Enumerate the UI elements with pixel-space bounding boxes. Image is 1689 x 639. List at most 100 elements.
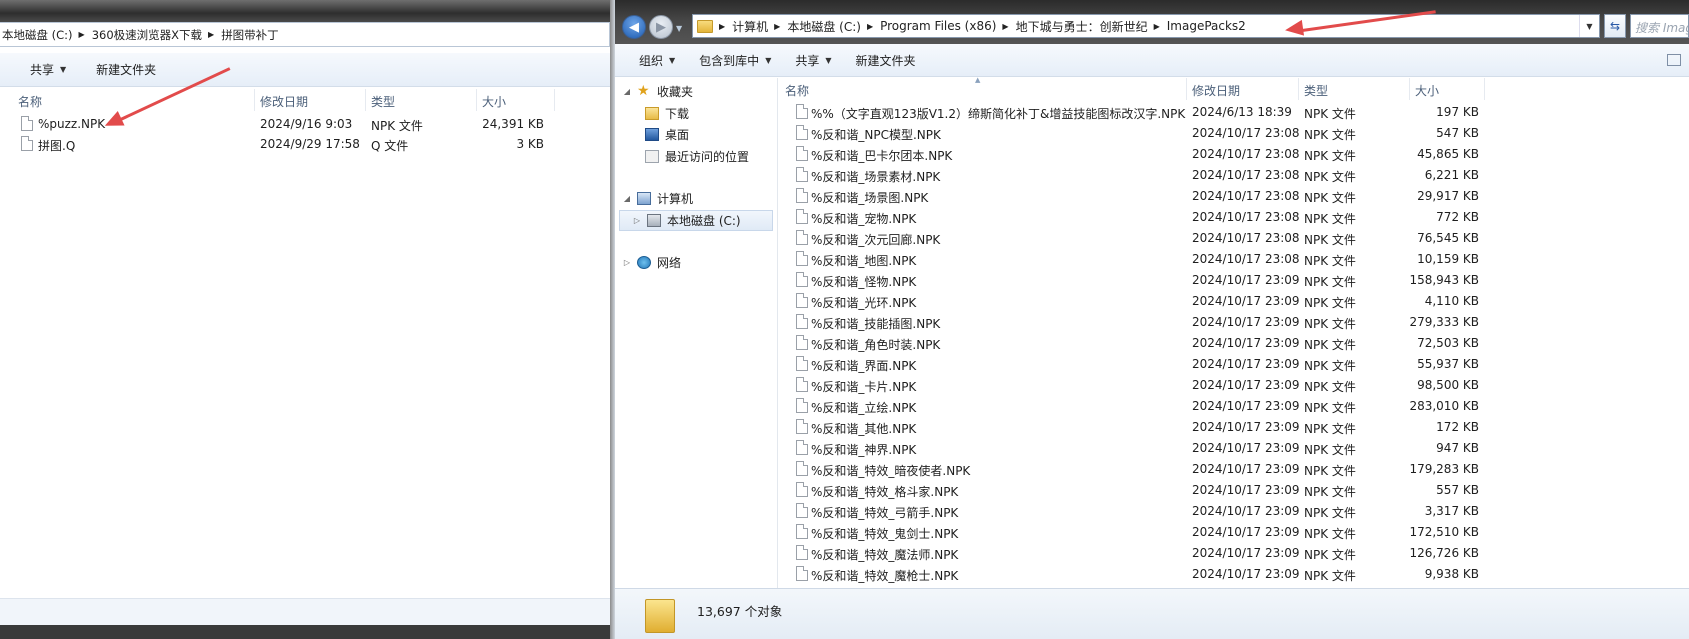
file-icon	[21, 136, 33, 151]
nav-downloads[interactable]: 下载	[645, 105, 689, 122]
column-divider[interactable]	[476, 89, 477, 111]
nav-recent[interactable]: 最近访问的位置	[645, 148, 749, 165]
nav-favorites[interactable]: ◢ ★ 收藏夹	[623, 83, 693, 100]
chevron-right-icon[interactable]: ▶	[79, 30, 85, 39]
file-row[interactable]: %%（文字直观123版V1.2）缔斯简化补丁&增益技能图标改汉字.NPK 2024…	[779, 102, 1689, 122]
expand-arrow-icon[interactable]: ▷	[623, 258, 631, 267]
column-name[interactable]: 名称	[785, 82, 809, 99]
recent-pages-dropdown-icon[interactable]: ▼	[676, 24, 682, 33]
share-button[interactable]: 共享 ▼	[30, 61, 66, 78]
breadcrumb-item[interactable]: 本地磁盘 (C:)	[787, 18, 861, 35]
file-row[interactable]: %反和谐_次元回廊.NPK 2024/10/17 23:08 NPK 文件 76,54…	[779, 228, 1689, 248]
file-row[interactable]: %puzz.NPK 2024/9/16 9:03 NPK 文件 24,391 K…	[0, 114, 614, 134]
file-size: 172,510 KB	[1409, 525, 1479, 539]
nav-c-drive[interactable]: ▷ 本地磁盘 (C:)	[633, 212, 741, 229]
column-divider[interactable]	[1484, 78, 1485, 100]
chevron-right-icon[interactable]: ▶	[208, 30, 214, 39]
file-type: NPK 文件	[1304, 506, 1356, 520]
file-icon	[21, 116, 33, 131]
file-row[interactable]: %反和谐_怪物.NPK 2024/10/17 23:09 NPK 文件 158,943…	[779, 270, 1689, 290]
file-row[interactable]: %反和谐_光环.NPK 2024/10/17 23:09 NPK 文件 4,110 K…	[779, 291, 1689, 311]
share-button[interactable]: 共享 ▼	[795, 52, 831, 69]
file-name: %反和谐_卡片.NPK	[811, 380, 917, 394]
column-name[interactable]: 名称	[18, 93, 42, 110]
search-input[interactable]: 搜索 ImagePacks2	[1630, 14, 1689, 38]
column-divider[interactable]	[365, 89, 366, 111]
organize-button[interactable]: 组织 ▼	[639, 52, 675, 69]
file-modified: 2024/10/17 23:09	[1192, 399, 1300, 413]
file-row[interactable]: %反和谐_场景图.NPK 2024/10/17 23:08 NPK 文件 29,917…	[779, 186, 1689, 206]
file-row[interactable]: %反和谐_特效_魔枪士.NPK 2024/10/17 23:09 NPK 文件 9,9…	[779, 564, 1689, 584]
breadcrumb-item[interactable]: Program Files (x86)	[880, 19, 996, 33]
file-row[interactable]: %反和谐_立绘.NPK 2024/10/17 23:09 NPK 文件 283,010…	[779, 396, 1689, 416]
file-size: 158,943 KB	[1409, 273, 1479, 287]
new-folder-button[interactable]: 新建文件夹	[856, 52, 916, 69]
left-address-bar[interactable]: 本地磁盘 (C:) ▶ 360极速浏览器X下载 ▶ 拼图带补丁	[0, 22, 610, 47]
file-row[interactable]: %反和谐_特效_暗夜使者.NPK 2024/10/17 23:09 NPK 文件 17…	[779, 459, 1689, 479]
column-type[interactable]: 类型	[371, 93, 395, 110]
file-modified: 2024/10/17 23:09	[1192, 462, 1300, 476]
column-modified[interactable]: 修改日期	[260, 93, 308, 110]
breadcrumb-item[interactable]: 计算机	[732, 18, 768, 35]
column-divider[interactable]	[1409, 78, 1410, 100]
file-row[interactable]: %反和谐_巴卡尔团本.NPK 2024/10/17 23:08 NPK 文件 45,8…	[779, 144, 1689, 164]
breadcrumb-item[interactable]: ImagePacks2	[1167, 19, 1246, 33]
nav-computer[interactable]: ◢ 计算机	[623, 190, 693, 207]
column-divider[interactable]	[1186, 78, 1187, 100]
file-row[interactable]: %反和谐_NPC模型.NPK 2024/10/17 23:08 NPK 文件 547 …	[779, 123, 1689, 143]
column-size[interactable]: 大小	[482, 93, 506, 110]
chevron-right-icon[interactable]: ▶	[719, 22, 725, 31]
file-row[interactable]: 拼图.Q 2024/9/29 17:58 Q 文件 3 KB	[0, 134, 614, 154]
include-library-button[interactable]: 包含到库中 ▼	[699, 52, 771, 69]
expand-arrow-icon[interactable]: ◢	[623, 194, 631, 203]
view-options-icon[interactable]	[1667, 54, 1681, 66]
forward-button[interactable]: ▶	[649, 15, 673, 39]
file-name: %反和谐_特效_魔枪士.NPK	[811, 569, 959, 583]
nav-desktop[interactable]: 桌面	[645, 126, 689, 143]
column-divider[interactable]	[554, 89, 555, 111]
chevron-right-icon[interactable]: ▶	[867, 22, 873, 31]
column-divider[interactable]	[1298, 78, 1299, 100]
new-folder-button[interactable]: 新建文件夹	[96, 61, 156, 78]
nav-network[interactable]: ▷ 网络	[623, 254, 681, 271]
file-modified: 2024/10/17 23:09	[1192, 546, 1300, 560]
file-row[interactable]: %反和谐_宠物.NPK 2024/10/17 23:08 NPK 文件 772 KB	[779, 207, 1689, 227]
file-name: %反和谐_光环.NPK	[811, 296, 917, 310]
file-row[interactable]: %反和谐_技能插图.NPK 2024/10/17 23:09 NPK 文件 279,3…	[779, 312, 1689, 332]
file-name: %反和谐_特效_格斗家.NPK	[811, 485, 959, 499]
file-row[interactable]: %反和谐_角色时装.NPK 2024/10/17 23:09 NPK 文件 72,50…	[779, 333, 1689, 353]
file-row[interactable]: %反和谐_特效_魔法师.NPK 2024/10/17 23:09 NPK 文件 126…	[779, 543, 1689, 563]
include-library-label: 包含到库中	[699, 53, 760, 68]
column-size[interactable]: 大小	[1415, 82, 1439, 99]
breadcrumb-item[interactable]: 本地磁盘 (C:)	[2, 27, 73, 43]
address-dropdown-button[interactable]: ▼	[1579, 15, 1599, 37]
file-row[interactable]: %反和谐_其他.NPK 2024/10/17 23:09 NPK 文件 172 KB	[779, 417, 1689, 437]
file-row[interactable]: %反和谐_神界.NPK 2024/10/17 23:09 NPK 文件 947 KB	[779, 438, 1689, 458]
breadcrumb-item[interactable]: 360极速浏览器X下载	[92, 27, 202, 43]
column-modified[interactable]: 修改日期	[1192, 82, 1240, 99]
file-size: 172 KB	[1436, 420, 1479, 434]
column-divider[interactable]	[254, 89, 255, 111]
column-type[interactable]: 类型	[1304, 82, 1328, 99]
back-button[interactable]: ◀	[622, 15, 646, 39]
chevron-right-icon[interactable]: ▶	[1002, 22, 1008, 31]
expand-arrow-icon[interactable]: ◢	[623, 87, 631, 96]
chevron-right-icon[interactable]: ▶	[1154, 22, 1160, 31]
file-row[interactable]: %反和谐_界面.NPK 2024/10/17 23:09 NPK 文件 55,937 …	[779, 354, 1689, 374]
file-row[interactable]: %反和谐_特效_鬼剑士.NPK 2024/10/17 23:09 NPK 文件 172…	[779, 522, 1689, 542]
file-modified: 2024/10/17 23:09	[1192, 294, 1300, 308]
file-row[interactable]: %反和谐_特效_弓箭手.NPK 2024/10/17 23:09 NPK 文件 3,3…	[779, 501, 1689, 521]
expand-arrow-icon[interactable]: ▷	[633, 216, 641, 225]
chevron-right-icon[interactable]: ▶	[774, 22, 780, 31]
file-row[interactable]: %反和谐_卡片.NPK 2024/10/17 23:09 NPK 文件 98,500 …	[779, 375, 1689, 395]
annotation-arrow-head	[1283, 19, 1305, 39]
file-row[interactable]: %反和谐_地图.NPK 2024/10/17 23:08 NPK 文件 10,159 …	[779, 249, 1689, 269]
chevron-down-icon: ▼	[1586, 21, 1593, 31]
file-row[interactable]: %反和谐_特效_格斗家.NPK 2024/10/17 23:09 NPK 文件 557…	[779, 480, 1689, 500]
breadcrumb-item[interactable]: 拼图带补丁	[221, 27, 279, 43]
file-row[interactable]: %反和谐_场景素材.NPK 2024/10/17 23:08 NPK 文件 6,221…	[779, 165, 1689, 185]
right-address-bar[interactable]: ▶ 计算机 ▶ 本地磁盘 (C:) ▶ Program Files (x86) ▶ 地下…	[692, 14, 1600, 38]
breadcrumb-item[interactable]: 地下城与勇士：创新世纪	[1016, 18, 1148, 35]
file-size: 283,010 KB	[1409, 399, 1479, 413]
refresh-button[interactable]: ⇆	[1604, 14, 1626, 38]
